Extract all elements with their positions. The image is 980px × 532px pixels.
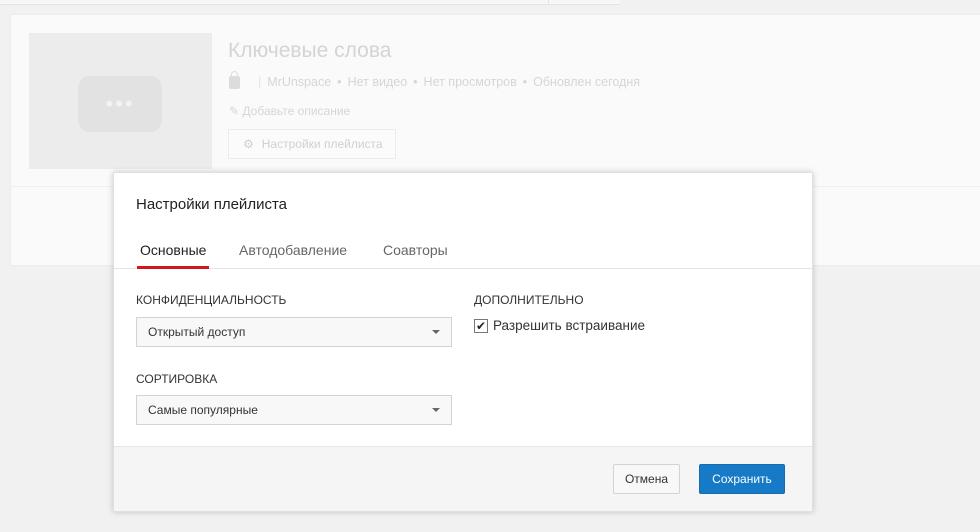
cancel-button[interactable]: Отмена (613, 464, 680, 494)
playlist-meta: | MrUnspace • Нет видео • Нет просмотров… (229, 70, 641, 89)
tab-basic[interactable]: Основные (137, 242, 210, 269)
dialog-title: Настройки плейлиста (136, 196, 287, 213)
updated: Обновлен сегодня (533, 75, 641, 89)
divider: | (258, 75, 262, 89)
separator: • (337, 75, 342, 89)
add-description-link[interactable]: ✎ Добавьте описание (229, 104, 350, 118)
chevron-down-icon (432, 330, 440, 334)
settings-label: Настройки плейлиста (261, 137, 383, 151)
more-icon: ••• (78, 76, 162, 132)
chevron-down-icon (432, 408, 440, 412)
dialog-footer: Отмена Сохранить (114, 446, 812, 511)
divider (548, 0, 549, 5)
gear-icon: ⚙ (243, 137, 254, 151)
separator: • (522, 75, 528, 89)
view-count: Нет просмотров (423, 75, 517, 89)
lock-icon[interactable] (229, 70, 240, 89)
allow-embed-checkbox[interactable]: ✔ (474, 318, 488, 333)
allow-embed-option[interactable]: ✔ Разрешить встраивание (474, 318, 645, 333)
allow-embed-label: Разрешить встраивание (493, 318, 646, 333)
playlist-settings-button[interactable]: ⚙ Настройки плейлиста (228, 129, 396, 159)
tab-bar: Основные Автодобавление Соавторы (114, 235, 812, 269)
playlist-title[interactable]: Ключевые слова (228, 39, 391, 63)
tab-autoadd[interactable]: Автодобавление (239, 242, 347, 269)
extra-label: ДОПОЛНИТЕЛЬНО (474, 293, 584, 307)
separator: • (413, 75, 418, 89)
sort-label: СОРТИРОВКА (136, 372, 218, 386)
video-count: Нет видео (347, 75, 408, 89)
save-button[interactable]: Сохранить (699, 464, 785, 494)
sort-select[interactable]: Самые популярные (136, 395, 452, 425)
add-description-label: Добавьте описание (242, 104, 351, 118)
playlist-settings-dialog: Настройки плейлиста Основные Автодобавле… (113, 172, 813, 512)
privacy-label: КОНФИДЕНЦИАЛЬНОСТЬ (136, 293, 287, 307)
sort-value: Самые популярные (148, 403, 258, 417)
playlist-thumbnail: ••• (29, 33, 212, 169)
privacy-select[interactable]: Открытый доступ (136, 317, 452, 347)
owner[interactable]: MrUnspace (267, 75, 331, 89)
pencil-icon: ✎ (229, 104, 240, 118)
top-bar (0, 0, 620, 5)
tab-coauthors[interactable]: Соавторы (383, 242, 448, 269)
privacy-value: Открытый доступ (148, 325, 246, 339)
